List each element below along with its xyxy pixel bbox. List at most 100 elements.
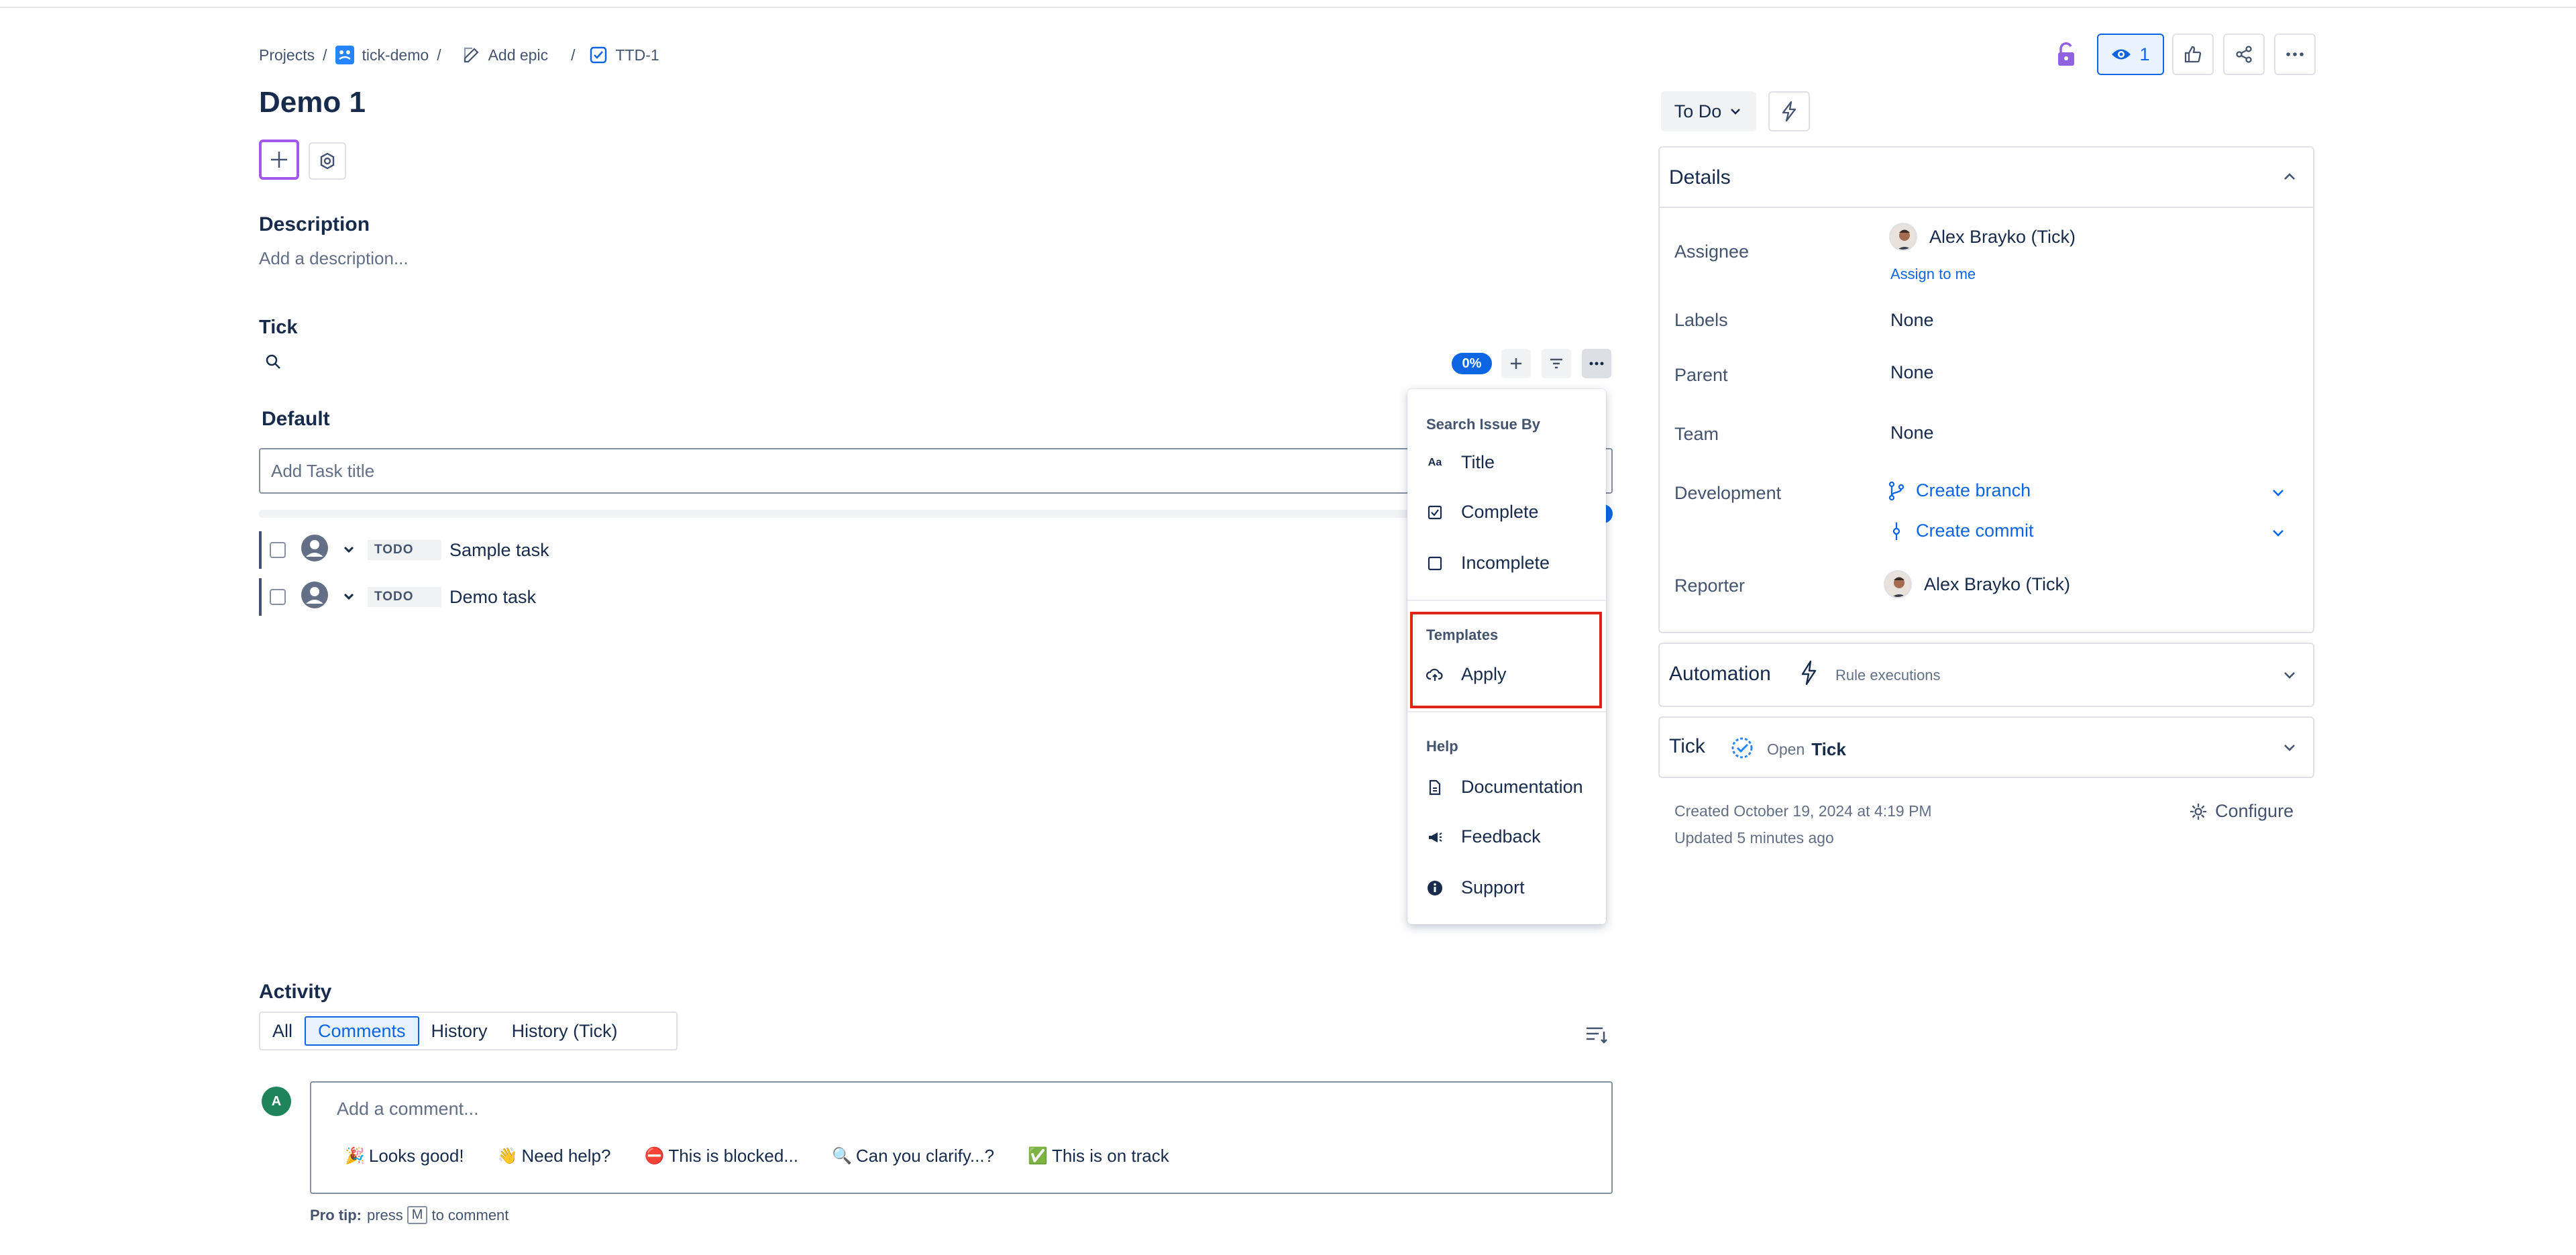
more-icon — [1589, 362, 1604, 366]
activity-tabs: All Comments History History (Tick) — [259, 1012, 678, 1050]
vote-button[interactable] — [2172, 34, 2214, 75]
filter-button[interactable] — [1542, 349, 1571, 378]
menu-divider — [1407, 600, 1606, 601]
filter-icon — [1550, 358, 1562, 369]
status-badge[interactable]: TODO — [368, 587, 441, 607]
issue-title[interactable]: Demo 1 — [259, 86, 366, 119]
breadcrumb-projects[interactable]: Projects — [259, 46, 315, 64]
task-row[interactable]: TODO Demo task — [259, 578, 536, 616]
labels-value[interactable]: None — [1890, 310, 1934, 331]
task-title[interactable]: Demo task — [449, 587, 536, 608]
quick-replies: 🎉 Looks good! 👋 Need help? ⛔ This is blo… — [345, 1146, 1203, 1166]
pro-tip-key: M — [407, 1206, 428, 1224]
watch-button[interactable]: 1 — [2097, 34, 2164, 75]
automation-heading: Automation — [1669, 663, 1771, 685]
tick-panel[interactable]: Tick Open Tick — [1658, 716, 2314, 778]
project-avatar-icon — [335, 45, 355, 65]
chevron-down-icon[interactable] — [2282, 741, 2297, 759]
breadcrumb-project[interactable]: tick-demo — [335, 45, 429, 65]
tab-comments[interactable]: Comments — [305, 1016, 419, 1046]
assignee-field[interactable]: Alex Brayko (Tick) — [1889, 223, 2076, 251]
automation-button[interactable] — [1768, 91, 1810, 131]
eye-icon — [2112, 49, 2131, 60]
templates-highlight-box — [1410, 612, 1602, 708]
comment-box[interactable]: Add a comment... 🎉 Looks good! 👋 Need he… — [310, 1081, 1613, 1194]
menu-item-support[interactable]: Support — [1426, 877, 1525, 898]
task-row[interactable]: TODO Sample task — [259, 531, 549, 569]
thumbs-up-icon — [2184, 46, 2202, 63]
breadcrumb-add-epic[interactable]: Add epic — [462, 45, 548, 65]
quick-reply-clarify[interactable]: 🔍 Can you clarify...? — [832, 1146, 994, 1166]
checkbox-empty-icon — [1426, 555, 1444, 572]
chevron-down-icon[interactable] — [2270, 484, 2286, 504]
team-value[interactable]: None — [1890, 423, 1934, 443]
task-checkbox[interactable] — [270, 589, 286, 605]
status-dropdown[interactable]: To Do — [1661, 91, 1756, 131]
user-avatar-icon — [301, 581, 329, 614]
chevron-down-icon[interactable] — [342, 587, 356, 608]
automation-panel[interactable]: Automation Rule executions — [1658, 643, 2314, 707]
quick-reply-looks-good[interactable]: 🎉 Looks good! — [345, 1146, 464, 1166]
search-icon[interactable] — [264, 353, 283, 375]
chevron-down-icon[interactable] — [342, 540, 356, 561]
tab-all[interactable]: All — [260, 1016, 305, 1046]
open-label: Open — [1767, 741, 1805, 758]
chevron-up-icon[interactable] — [2282, 169, 2297, 187]
quick-reply-on-track[interactable]: ✅ This is on track — [1028, 1146, 1169, 1166]
quick-reply-blocked[interactable]: ⛔ This is blocked... — [644, 1146, 798, 1166]
description-heading: Description — [259, 213, 370, 235]
breadcrumb: Projects / tick-demo / Add epic / TTD-1 — [259, 42, 659, 68]
task-type-icon — [588, 45, 608, 65]
user-avatar — [1884, 570, 1912, 598]
reporter-field[interactable]: Alex Brayko (Tick) — [1884, 570, 2070, 598]
menu-item-complete[interactable]: Complete — [1426, 502, 1539, 523]
tab-history[interactable]: History — [419, 1016, 500, 1046]
open-tick-link[interactable]: Open Tick — [1767, 739, 1846, 760]
quick-reply-need-help[interactable]: 👋 Need help? — [498, 1146, 611, 1166]
menu-section-help: Help — [1426, 738, 1458, 755]
apps-button[interactable] — [309, 142, 346, 180]
parent-value[interactable]: None — [1890, 362, 1934, 383]
breadcrumb-project-label: tick-demo — [362, 46, 429, 64]
pro-tip: Pro tip: press M to comment — [310, 1206, 508, 1224]
menu-item-documentation[interactable]: Documentation — [1426, 777, 1583, 798]
menu-item-documentation-label: Documentation — [1461, 777, 1583, 797]
assign-to-me-link[interactable]: Assign to me — [1890, 266, 1976, 283]
menu-item-title-label: Title — [1461, 452, 1495, 472]
share-icon — [2236, 46, 2252, 63]
menu-item-feedback-label: Feedback — [1461, 826, 1541, 847]
breadcrumb-issue[interactable]: TTD-1 — [588, 45, 659, 65]
lock-icon[interactable] — [2054, 42, 2078, 70]
lightning-icon — [1799, 660, 1818, 689]
create-branch-link[interactable]: Create branch — [1888, 480, 2031, 501]
watch-count: 1 — [2139, 44, 2150, 64]
task-title[interactable]: Sample task — [449, 540, 549, 561]
progress-badge: 0% — [1452, 353, 1492, 374]
sort-icon[interactable] — [1585, 1024, 1609, 1050]
details-heading[interactable]: Details — [1669, 166, 1731, 189]
menu-item-feedback[interactable]: Feedback — [1426, 826, 1541, 847]
automation-subtitle: Rule executions — [1835, 667, 1941, 684]
assignee-value: Alex Brayko (Tick) — [1929, 226, 2076, 247]
create-commit-label: Create commit — [1916, 521, 2034, 541]
add-task-button[interactable] — [1501, 349, 1531, 378]
menu-item-title[interactable]: Aa Title — [1426, 452, 1495, 473]
more-button[interactable] — [1582, 349, 1611, 378]
menu-item-incomplete[interactable]: Incomplete — [1426, 553, 1550, 574]
status-badge[interactable]: TODO — [368, 540, 441, 560]
configure-label: Configure — [2215, 801, 2294, 821]
comment-input[interactable]: Add a comment... — [337, 1099, 479, 1120]
breadcrumb-issue-key: TTD-1 — [615, 46, 659, 64]
configure-button[interactable]: Configure — [2188, 801, 2294, 822]
chevron-down-icon[interactable] — [2270, 525, 2286, 544]
description-field[interactable]: Add a description... — [259, 248, 409, 269]
menu-item-support-label: Support — [1461, 877, 1525, 897]
gear-icon — [320, 152, 335, 170]
chevron-down-icon[interactable] — [2282, 668, 2297, 686]
more-actions-button[interactable] — [2274, 34, 2316, 75]
share-button[interactable] — [2223, 34, 2265, 75]
create-commit-link[interactable]: Create commit — [1888, 521, 2034, 541]
task-checkbox[interactable] — [270, 542, 286, 558]
add-button[interactable] — [259, 140, 299, 180]
tab-history-tick[interactable]: History (Tick) — [500, 1016, 630, 1046]
